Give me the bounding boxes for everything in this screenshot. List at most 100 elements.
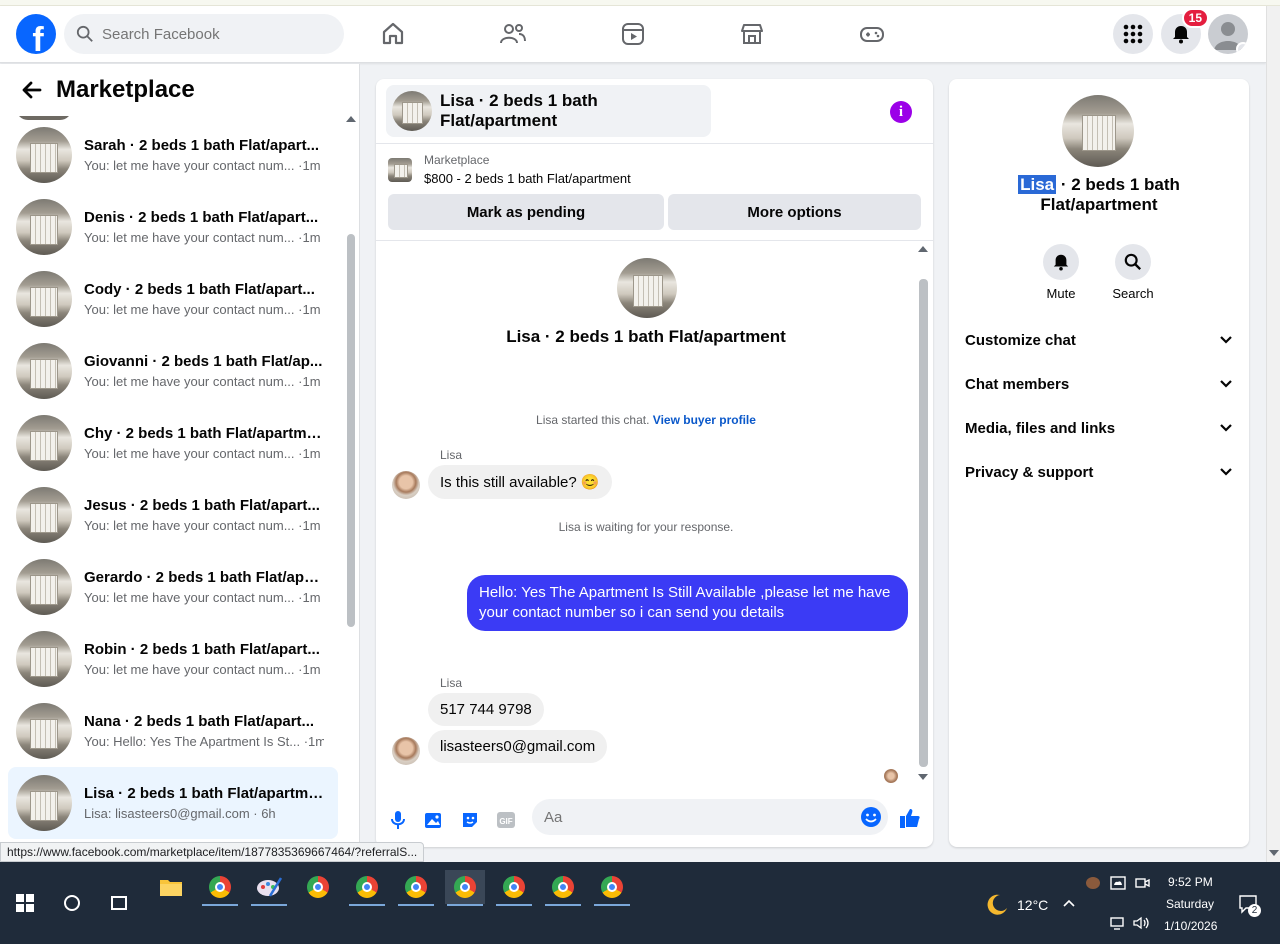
listing-thumbnail-large[interactable] [1062, 95, 1134, 167]
listing-thumbnail-large [617, 258, 677, 318]
sender-avatar[interactable] [392, 471, 420, 499]
search-input[interactable] [102, 25, 322, 43]
chat-members-row[interactable]: Chat members [965, 362, 1233, 406]
marketplace-label: Marketplace [424, 153, 490, 167]
facebook-logo[interactable]: f [16, 14, 56, 54]
list-item[interactable]: Cody · 2 beds 1 bath Flat/apart... You: l… [8, 263, 338, 335]
clock-time[interactable]: 9:52 PM [1168, 875, 1213, 889]
task-view-icon[interactable] [111, 896, 127, 910]
row-label: Privacy & support [965, 463, 1094, 481]
chrome-app-icon-active[interactable] [445, 870, 485, 906]
thumbs-up-icon[interactable] [899, 807, 921, 829]
search-label: Search [1112, 286, 1154, 301]
list-item[interactable]: Nana · 2 beds 1 bath Flat/apart... You: H… [8, 695, 338, 767]
list-item[interactable]: Sarah · 2 beds 1 bath Flat/apart... You: … [8, 119, 338, 191]
list-item[interactable]: Chy · 2 beds 1 bath Flat/apartme... You: … [8, 407, 338, 479]
search-box[interactable] [64, 14, 344, 54]
conversation-title: Gerardo · 2 beds 1 bath Flat/apa... [84, 569, 324, 586]
network-icon[interactable] [1110, 916, 1126, 930]
scroll-up-arrow[interactable] [346, 116, 356, 122]
list-scrollbar[interactable] [347, 234, 355, 627]
chrome-app-icon[interactable] [543, 870, 583, 906]
sticker-icon[interactable] [459, 809, 481, 831]
windows-start-icon[interactable] [16, 894, 34, 912]
chrome-app-icon[interactable] [396, 870, 436, 906]
profile-avatar[interactable] [1208, 14, 1248, 54]
gif-icon[interactable]: GIF [495, 809, 517, 831]
chevron-up-icon[interactable] [1062, 898, 1076, 908]
scroll-up-arrow[interactable] [918, 246, 928, 252]
cortana-search-icon[interactable] [64, 895, 80, 911]
conversation-title: Sarah · 2 beds 1 bath Flat/apart... [84, 137, 320, 154]
friends-icon[interactable] [499, 20, 527, 48]
chrome-app-icon[interactable] [592, 870, 632, 906]
notification-badge: 15 [1181, 8, 1209, 28]
message-input-box[interactable] [532, 799, 888, 835]
conversation-preview: You: let me have your contact num... ·1m [84, 662, 321, 677]
outgoing-message[interactable]: Hello: Yes The Apartment Is Still Availa… [467, 575, 908, 631]
list-item[interactable]: Denis · 2 beds 1 bath Flat/apart... You: … [8, 191, 338, 263]
notifications-button[interactable]: 15 [1161, 8, 1209, 54]
onedrive-icon[interactable] [1110, 876, 1126, 890]
incoming-message[interactable]: lisasteers0@gmail.com [428, 730, 608, 763]
meet-now-icon[interactable] [1134, 876, 1150, 890]
incoming-message[interactable]: 517 744 9798 [428, 693, 544, 726]
microphone-icon[interactable] [387, 809, 409, 831]
home-icon[interactable] [379, 20, 407, 48]
info-icon[interactable]: i [890, 101, 912, 123]
more-options-button[interactable]: More options [668, 194, 921, 230]
bell-icon [1053, 254, 1069, 271]
weather-moon-icon[interactable] [985, 893, 1009, 917]
paint-app-icon[interactable] [249, 870, 289, 906]
search-icon [1124, 253, 1142, 271]
message-input[interactable] [544, 808, 844, 826]
listing-summary[interactable]: Marketplace $800 - 2 beds 1 bath Flat/ap… [388, 153, 631, 186]
photo-icon[interactable] [423, 809, 445, 831]
listing-thumbnail-small [388, 157, 412, 182]
incoming-message[interactable]: Is this still available? 😊 [428, 465, 612, 499]
scroll-down-arrow[interactable] [1269, 850, 1279, 856]
chat-header-title: Lisa · 2 beds 1 bath Flat/apartment [440, 91, 598, 130]
media-files-links-row[interactable]: Media, files and links [965, 406, 1233, 450]
view-buyer-profile-link[interactable]: View buyer profile [653, 413, 756, 427]
mute-button[interactable]: Mute [1031, 244, 1091, 301]
conversation-preview: Lisa: lisasteers0@gmail.com · 6h [84, 806, 276, 821]
clock-day[interactable]: Saturday [1166, 897, 1214, 911]
mark-as-pending-button[interactable]: Mark as pending [388, 194, 664, 230]
waiting-notice: Lisa is waiting for your response. [558, 520, 734, 534]
video-icon[interactable] [619, 20, 647, 48]
emoji-icon[interactable] [860, 806, 882, 828]
divider [376, 143, 933, 144]
menu-grid-icon[interactable] [1113, 14, 1153, 54]
customize-chat-row[interactable]: Customize chat [965, 318, 1233, 362]
chrome-app-icon[interactable] [200, 870, 240, 906]
search-in-chat-button[interactable]: Search [1103, 244, 1163, 301]
chrome-app-icon[interactable] [298, 870, 338, 904]
chat-scrollbar[interactable] [919, 279, 928, 767]
marketplace-icon[interactable] [738, 20, 766, 48]
page-scrollbar[interactable] [1266, 6, 1280, 862]
chrome-app-icon[interactable] [494, 870, 534, 906]
list-item-active[interactable]: Lisa · 2 beds 1 bath Flat/apartme... Lisa… [8, 767, 338, 839]
chevron-down-icon [1220, 468, 1232, 476]
svg-text:GIF: GIF [499, 817, 512, 826]
chrome-app-icon[interactable] [347, 870, 387, 906]
conversation-preview: You: let me have your contact num... ·1m [84, 158, 321, 173]
status-bar-url: https://www.facebook.com/marketplace/ite… [0, 842, 425, 862]
tray-app-icon[interactable] [1086, 877, 1100, 889]
volume-icon[interactable] [1133, 916, 1151, 930]
list-item[interactable]: Gerardo · 2 beds 1 bath Flat/apa... You: … [8, 551, 338, 623]
scroll-down-arrow[interactable] [918, 774, 928, 780]
list-item[interactable]: Jesus · 2 beds 1 bath Flat/apart... You: … [8, 479, 338, 551]
list-item[interactable]: Robin · 2 beds 1 bath Flat/apart... You: … [8, 623, 338, 695]
file-explorer-icon[interactable] [151, 870, 191, 904]
privacy-support-row[interactable]: Privacy & support [965, 450, 1233, 494]
gaming-icon[interactable] [858, 20, 886, 48]
chat-panel: Lisa · 2 beds 1 bath Flat/apartment i Ma… [376, 79, 933, 847]
back-arrow-icon[interactable] [20, 78, 44, 102]
sender-avatar[interactable] [392, 737, 420, 765]
clock-date[interactable]: 1/10/2026 [1164, 919, 1217, 933]
list-item[interactable]: Giovanni · 2 beds 1 bath Flat/ap... You: … [8, 335, 338, 407]
temperature[interactable]: 12°C [1017, 897, 1048, 913]
chat-header-button[interactable]: Lisa · 2 beds 1 bath Flat/apartment [386, 85, 711, 137]
